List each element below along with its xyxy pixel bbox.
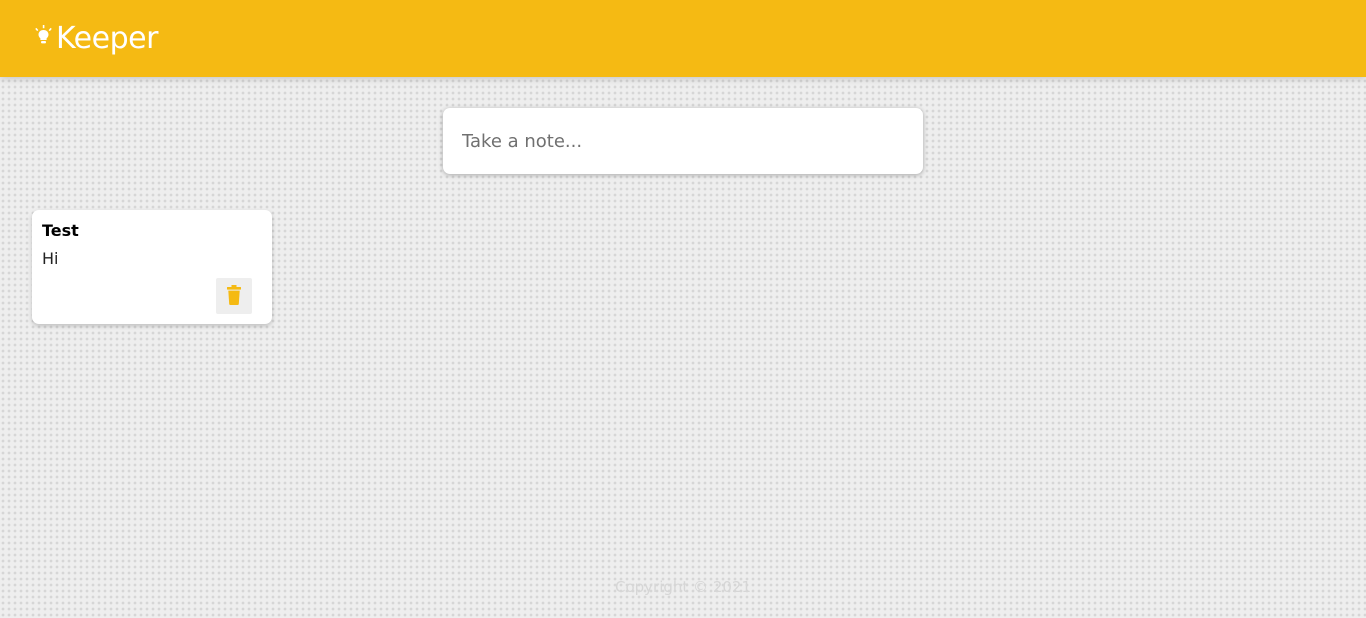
delete-note-button[interactable] (216, 278, 252, 314)
take-note-input[interactable] (443, 108, 923, 174)
trash-icon (226, 284, 242, 308)
brand: Keeper (35, 20, 158, 56)
note-content: Hi (42, 249, 59, 268)
note-card: Test Hi (32, 210, 272, 324)
lightbulb-icon (35, 24, 56, 50)
app-header: Keeper (0, 0, 1366, 77)
app-title: Keeper (56, 20, 158, 56)
note-title: Test (42, 221, 79, 240)
copyright-text: Copyright © 2021 (614, 578, 751, 596)
footer: Copyright © 2021 (0, 578, 1366, 596)
create-note-form (443, 108, 923, 174)
